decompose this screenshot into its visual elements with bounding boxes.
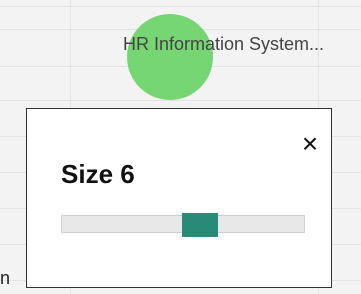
grid-line [0, 100, 361, 101]
size-dialog: × Size 6 [26, 108, 332, 288]
close-icon[interactable]: × [295, 129, 325, 159]
grid-line [0, 6, 361, 7]
cursor-highlight [127, 14, 213, 100]
spreadsheet-cell[interactable]: HR Information System... [123, 34, 324, 55]
size-slider[interactable] [61, 213, 305, 237]
partial-cell-text: n [0, 268, 11, 288]
slider-thumb[interactable] [182, 213, 218, 237]
size-label: Size 6 [61, 159, 135, 189]
